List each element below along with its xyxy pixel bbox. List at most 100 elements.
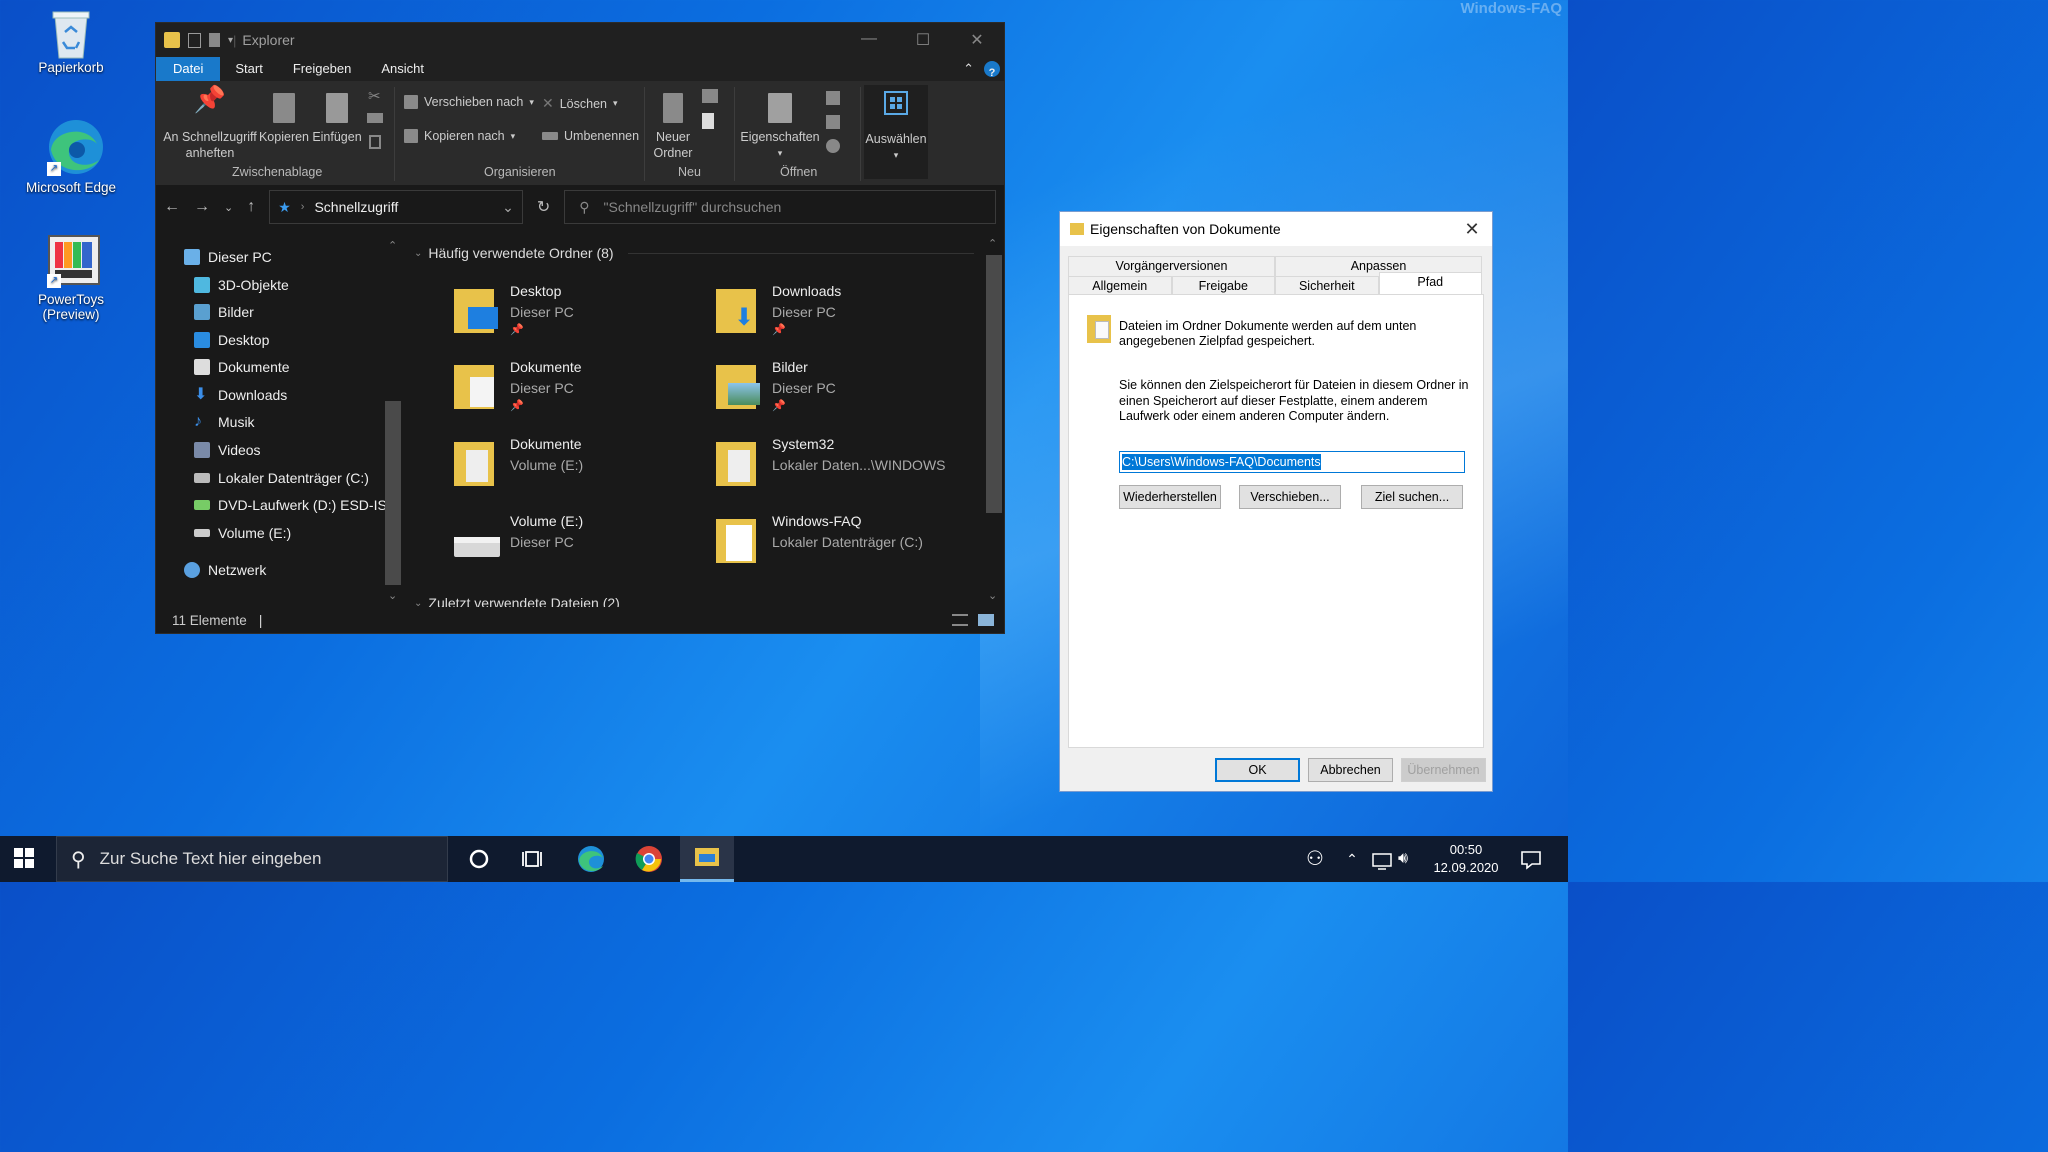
cortana-icon[interactable] bbox=[464, 844, 494, 874]
nav-item-netzwerk[interactable]: Netzwerk bbox=[184, 562, 266, 578]
content-scroll-down-icon[interactable]: ⌄ bbox=[988, 589, 997, 602]
tab-pfad[interactable]: Pfad bbox=[1378, 272, 1482, 296]
folder-tile-bilder[interactable]: Bilder Dieser PC 📌 bbox=[716, 357, 966, 427]
chrome-icon[interactable] bbox=[634, 844, 664, 874]
tab-allgemein[interactable]: Allgemein bbox=[1068, 276, 1172, 296]
folder-tile-dokumente-e[interactable]: Dokumente Volume (E:) bbox=[454, 434, 704, 504]
tab-sicherheit[interactable]: Sicherheit bbox=[1275, 276, 1379, 296]
nav-scrollbar-thumb[interactable] bbox=[385, 401, 401, 585]
start-button[interactable] bbox=[14, 848, 36, 870]
cancel-button[interactable]: Abbrechen bbox=[1308, 758, 1393, 782]
nav-item-dieser-pc[interactable]: Dieser PC bbox=[184, 249, 272, 265]
target-path-input[interactable]: C:\Users\Windows-FAQ\Documents bbox=[1119, 451, 1465, 473]
cut-icon[interactable]: ✂ bbox=[368, 87, 381, 105]
network-tray-icon[interactable] bbox=[1370, 844, 1394, 874]
nav-item-local-disk-c[interactable]: Lokaler Datenträger (C:) bbox=[194, 470, 369, 486]
clock[interactable]: 00:50 12.09.2020 bbox=[1428, 841, 1504, 877]
properties-button[interactable]: Eigenschaften ▾ bbox=[740, 91, 820, 161]
folder-tile-windows-faq[interactable]: Windows-FAQ Lokaler Datenträger (C:) bbox=[716, 511, 966, 581]
copy-to-button[interactable]: Kopieren nach ▾ bbox=[404, 129, 515, 143]
easy-access-icon[interactable] bbox=[702, 113, 714, 129]
properties-quick-icon[interactable] bbox=[188, 32, 201, 48]
content-scroll-up-icon[interactable]: ⌃ bbox=[988, 237, 997, 250]
rename-button[interactable]: Umbenennen bbox=[542, 129, 639, 143]
address-bar[interactable]: ★ › Schnellzugriff ⌄ bbox=[269, 190, 523, 224]
up-arrow-icon[interactable]: ↑ bbox=[247, 198, 255, 216]
open-icon[interactable] bbox=[826, 91, 840, 105]
nav-item-musik[interactable]: ♪ Musik bbox=[194, 414, 255, 431]
nav-scroll-down-icon[interactable]: ⌄ bbox=[388, 589, 397, 602]
forward-arrow-icon[interactable]: → bbox=[194, 198, 210, 216]
refresh-icon[interactable]: ↻ bbox=[537, 197, 550, 217]
explorer-taskbar-button[interactable] bbox=[680, 836, 734, 882]
copy-button[interactable]: Kopieren bbox=[258, 91, 310, 145]
desktop-icon-powertoys[interactable]: ↗ PowerToys (Preview) bbox=[11, 234, 131, 322]
desktop-icon-recycle-bin[interactable]: Papierkorb bbox=[11, 8, 131, 75]
edit-icon[interactable] bbox=[826, 115, 840, 129]
ok-button[interactable]: OK bbox=[1215, 758, 1300, 782]
select-button[interactable]: Auswählen ▾ bbox=[864, 85, 928, 179]
address-dropdown-icon[interactable]: ⌄ bbox=[502, 199, 514, 216]
tab-ansicht[interactable]: Ansicht bbox=[366, 57, 439, 81]
find-target-button[interactable]: Ziel suchen... bbox=[1361, 485, 1463, 509]
drive-tile-volume-e[interactable]: Volume (E:) Dieser PC bbox=[454, 511, 704, 581]
history-icon[interactable] bbox=[826, 139, 840, 153]
new-folder-button[interactable]: Neuer Ordner bbox=[648, 91, 698, 161]
minimize-button[interactable]: — bbox=[842, 30, 896, 50]
drive-icon bbox=[454, 515, 500, 565]
delete-button[interactable]: ✕ Löschen ▾ bbox=[542, 95, 618, 112]
nav-item-3d-objekte[interactable]: 3D-Objekte bbox=[194, 277, 289, 293]
task-view-icon[interactable] bbox=[518, 844, 548, 874]
edge-taskbar-icon[interactable] bbox=[576, 844, 606, 874]
search-input[interactable]: ⚲ "Schnellzugriff" durchsuchen bbox=[564, 190, 996, 224]
content-scrollbar-thumb[interactable] bbox=[986, 255, 1002, 513]
nav-item-downloads[interactable]: ⬇ Downloads bbox=[194, 387, 287, 404]
tab-datei[interactable]: Datei bbox=[156, 57, 221, 81]
nav-item-desktop[interactable]: Desktop bbox=[194, 332, 269, 348]
maximize-button[interactable]: ☐ bbox=[896, 30, 950, 50]
folder-tile-dokumente[interactable]: Dokumente Dieser PC 📌 bbox=[454, 357, 704, 427]
tab-start[interactable]: Start bbox=[220, 57, 277, 81]
close-button[interactable]: ✕ bbox=[950, 30, 1004, 50]
nav-item-videos[interactable]: Videos bbox=[194, 442, 261, 458]
tab-freigabe[interactable]: Freigabe bbox=[1171, 276, 1275, 296]
taskbar-search-input[interactable]: ⚲ Zur Suche Text hier eingeben bbox=[56, 836, 448, 882]
volume-icon[interactable]: 🔊︎ bbox=[1398, 844, 1422, 874]
nav-item-dvd-drive[interactable]: DVD-Laufwerk (D:) ESD-ISO bbox=[194, 497, 398, 513]
new-folder-quick-icon[interactable] bbox=[209, 33, 220, 47]
tab-row-bottom: Allgemein Freigabe Sicherheit Pfad bbox=[1068, 272, 1482, 296]
nav-scroll-up-icon[interactable]: ⌃ bbox=[388, 239, 397, 252]
folder-tile-downloads[interactable]: ⬇ Downloads Dieser PC 📌 bbox=[716, 281, 966, 351]
edge-icon: ↗ bbox=[47, 118, 103, 176]
show-hidden-icons-icon[interactable]: ⌃ bbox=[1342, 844, 1362, 874]
paste-button[interactable]: Einfügen bbox=[312, 91, 362, 145]
move-button[interactable]: Verschieben... bbox=[1239, 485, 1341, 509]
recent-locations-icon[interactable]: ⌄ bbox=[224, 201, 233, 214]
drive-icon bbox=[194, 529, 210, 537]
copy-path-icon[interactable] bbox=[367, 113, 383, 123]
tab-vorgaengerversionen[interactable]: Vorgängerversionen bbox=[1068, 256, 1275, 276]
move-to-button[interactable]: Verschieben nach ▾ bbox=[404, 95, 534, 109]
desktop-icon-label: Microsoft Edge bbox=[25, 180, 117, 195]
nav-item-bilder[interactable]: Bilder bbox=[194, 304, 254, 320]
apply-button[interactable]: Übernehmen bbox=[1401, 758, 1486, 782]
folder-tile-desktop[interactable]: Desktop Dieser PC 📌 bbox=[454, 281, 704, 351]
tab-freigeben[interactable]: Freigeben bbox=[278, 57, 367, 81]
section-frequent-folders[interactable]: ⌄ Häufig verwendete Ordner (8) bbox=[414, 245, 974, 261]
nav-item-dokumente[interactable]: Dokumente bbox=[194, 359, 290, 375]
restore-button[interactable]: Wiederherstellen bbox=[1119, 485, 1221, 509]
collapse-ribbon-icon[interactable]: ⌃ bbox=[963, 57, 974, 81]
dialog-close-button[interactable]: ✕ bbox=[1452, 219, 1492, 240]
desktop-icon-edge[interactable]: ↗ Microsoft Edge bbox=[11, 118, 131, 195]
back-arrow-icon[interactable]: ← bbox=[164, 198, 180, 216]
large-icons-view-icon[interactable] bbox=[978, 614, 994, 626]
folder-tile-system32[interactable]: System32 Lokaler Daten...\WINDOWS bbox=[716, 434, 966, 504]
nav-item-volume-e[interactable]: Volume (E:) bbox=[194, 525, 291, 541]
help-icon[interactable]: ? bbox=[984, 61, 1000, 79]
pin-to-quick-access-button[interactable]: 📌 An Schnellzugriff anheften bbox=[162, 86, 258, 161]
details-view-icon[interactable] bbox=[952, 614, 968, 626]
people-icon[interactable]: ⚇ bbox=[1300, 844, 1330, 874]
new-item-icon[interactable] bbox=[702, 89, 718, 103]
action-center-icon[interactable] bbox=[1516, 844, 1546, 874]
paste-shortcut-icon[interactable] bbox=[369, 135, 381, 149]
